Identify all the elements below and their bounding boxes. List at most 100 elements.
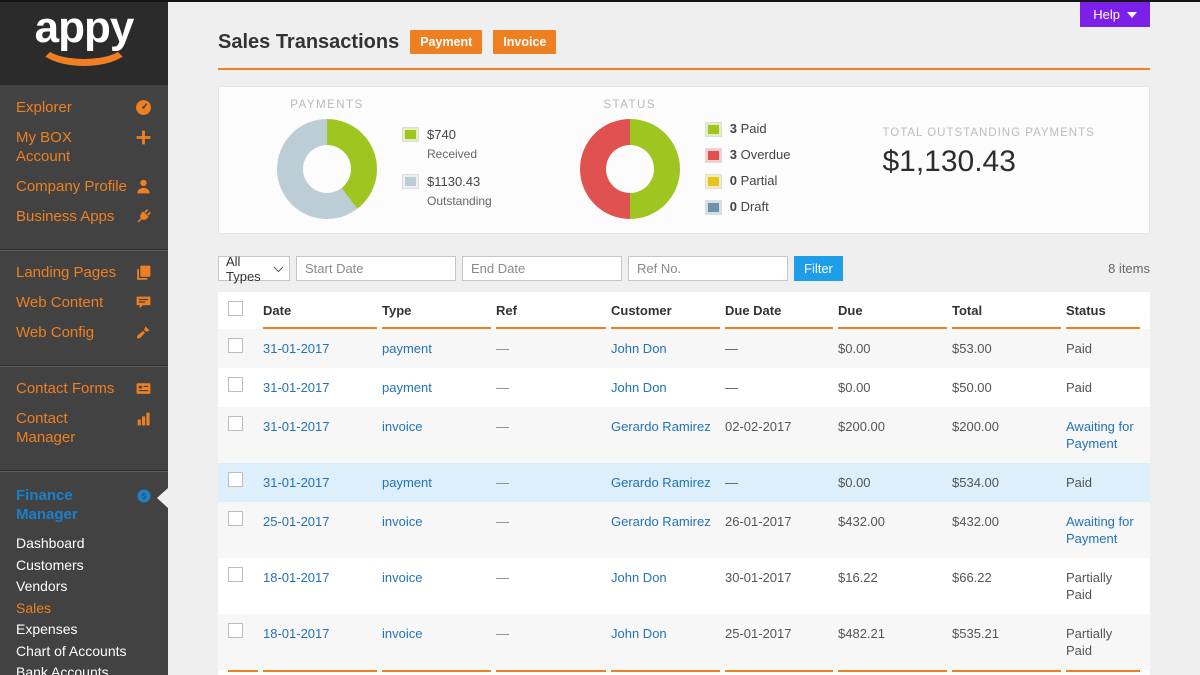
legend-item-received: $740 Received [403, 127, 492, 161]
table-header-row: Date Type Ref Customer Due Date Due Tota… [218, 292, 1150, 329]
summary-panel: PAYMENTS $740 Received $1130.43 Outstand… [218, 86, 1150, 234]
legend-item-paid: 3 Paid [706, 121, 791, 136]
cell-customer[interactable]: John Don [611, 558, 720, 597]
legend-item-outstanding: $1130.43 Outstanding [403, 174, 492, 208]
cell-date[interactable]: 18-01-2017 [263, 614, 377, 653]
cell-status[interactable]: Partially Paid [1066, 614, 1140, 670]
cell-customer[interactable]: John Don [611, 614, 720, 653]
type-select-value: All Types [226, 254, 275, 284]
sidebar-section-web: Landing Pages Web Content Web Config [0, 249, 168, 365]
filter-bar: All Types Filter 8 items [218, 256, 1150, 281]
invoice-button[interactable]: Invoice [493, 30, 556, 54]
legend-count: 0 [730, 173, 737, 188]
cell-due-date: 26-01-2017 [725, 502, 833, 541]
sidebar-item-landing-pages[interactable]: Landing Pages [0, 263, 168, 282]
sidebar-item-web-content[interactable]: Web Content [0, 293, 168, 312]
brush-icon [135, 324, 152, 341]
cell-customer[interactable]: Gerardo Ramirez [611, 502, 720, 541]
column-footer-ref: Ref [496, 670, 606, 675]
cell-status[interactable]: Partially Paid [1066, 558, 1140, 614]
sidebar-item-company-profile[interactable]: Company Profile [0, 177, 168, 196]
table-body: 31-01-2017 payment — John Don — $0.00 $5… [218, 329, 1150, 670]
payments-chart: PAYMENTS [277, 87, 377, 233]
finance-nav-item[interactable]: Dashboard [0, 533, 168, 555]
cell-type[interactable]: payment [382, 368, 491, 407]
finance-nav-item[interactable]: Sales [0, 598, 168, 620]
payment-button[interactable]: Payment [410, 30, 482, 54]
type-select[interactable]: All Types [218, 256, 290, 281]
cell-type[interactable]: invoice [382, 558, 491, 597]
row-checkbox[interactable] [228, 416, 243, 431]
column-header-due-date: Due Date [725, 292, 833, 329]
row-checkbox[interactable] [228, 511, 243, 526]
cell-customer[interactable]: John Don [611, 368, 720, 407]
legend-value: $740 [427, 127, 477, 142]
finance-nav-item[interactable]: Customers [0, 555, 168, 577]
row-checkbox[interactable] [228, 338, 243, 353]
column-header-date: Date [263, 292, 377, 329]
cell-status[interactable]: Paid [1066, 463, 1140, 502]
cell-total: $66.22 [952, 558, 1061, 597]
legend-swatch-yellow [706, 175, 721, 188]
row-checkbox[interactable] [228, 377, 243, 392]
cell-total: $535.21 [952, 614, 1061, 653]
cell-status[interactable]: Awaiting for Payment [1066, 502, 1140, 558]
end-date-input[interactable] [462, 256, 622, 281]
sidebar-item-label: My BOX Account [16, 128, 135, 166]
sidebar-item-contact-manager[interactable]: Contact Manager [0, 409, 168, 447]
column-header-total: Total [952, 292, 1061, 329]
cell-due-date: — [725, 329, 833, 368]
sidebar-item-web-config[interactable]: Web Config [0, 323, 168, 342]
sidebar-item-contact-forms[interactable]: Contact Forms [0, 379, 168, 398]
start-date-input[interactable] [296, 256, 456, 281]
sidebar-item-label: Web Content [16, 293, 135, 312]
cell-type[interactable]: payment [382, 463, 491, 502]
column-footer-due-date: Due Date [725, 670, 833, 675]
sidebar-item-business-apps[interactable]: Business Apps [0, 207, 168, 226]
app-logo[interactable]: appy [0, 0, 168, 85]
active-section-arrow [157, 488, 168, 508]
cell-type[interactable]: invoice [382, 407, 491, 446]
row-checkbox[interactable] [228, 472, 243, 487]
sidebar-item-label: Company Profile [16, 177, 135, 196]
legend-swatch-red [706, 149, 721, 162]
finance-nav-item[interactable]: Chart of Accounts [0, 641, 168, 663]
cell-status[interactable]: Awaiting for Payment [1066, 407, 1140, 463]
cell-due: $482.21 [838, 614, 947, 653]
cell-status[interactable]: Paid [1066, 329, 1140, 368]
legend-item-partial: 0 Partial [706, 173, 791, 188]
finance-nav-item[interactable]: Vendors [0, 576, 168, 598]
cell-type[interactable]: payment [382, 329, 491, 368]
cell-customer[interactable]: Gerardo Ramirez [611, 463, 720, 502]
sidebar-item-my-box-account[interactable]: My BOX Account [0, 128, 168, 166]
cell-ref: — [496, 368, 606, 407]
cell-date[interactable]: 31-01-2017 [263, 407, 377, 446]
cell-ref: — [496, 329, 606, 368]
cell-customer[interactable]: John Don [611, 329, 720, 368]
cell-customer[interactable]: Gerardo Ramirez [611, 407, 720, 446]
row-checkbox[interactable] [228, 567, 243, 582]
select-all-checkbox[interactable] [228, 301, 243, 316]
cell-status[interactable]: Paid [1066, 368, 1140, 407]
sidebar-item-finance-manager[interactable]: Finance Manager $ [0, 486, 168, 524]
cell-date[interactable]: 18-01-2017 [263, 558, 377, 597]
help-button[interactable]: Help [1080, 2, 1150, 27]
cell-type[interactable]: invoice [382, 502, 491, 541]
sidebar-item-explorer[interactable]: Explorer [0, 98, 168, 117]
filter-button[interactable]: Filter [794, 256, 843, 281]
total-outstanding-value: $1,130.43 [882, 145, 1094, 179]
ref-no-input[interactable] [628, 256, 788, 281]
row-checkbox[interactable] [228, 623, 243, 638]
finance-nav-item[interactable]: Expenses [0, 619, 168, 641]
cell-date[interactable]: 31-01-2017 [263, 368, 377, 407]
legend-value: $1130.43 [427, 174, 492, 189]
cell-date[interactable]: 31-01-2017 [263, 329, 377, 368]
cell-total: $53.00 [952, 329, 1061, 368]
cell-date[interactable]: 25-01-2017 [263, 502, 377, 541]
column-header-ref: Ref [496, 292, 606, 329]
cell-type[interactable]: invoice [382, 614, 491, 653]
cell-date[interactable]: 31-01-2017 [263, 463, 377, 502]
finance-nav-item[interactable]: Bank Accounts [0, 662, 168, 675]
status-chart: STATUS [580, 87, 680, 233]
form-icon [135, 380, 152, 397]
